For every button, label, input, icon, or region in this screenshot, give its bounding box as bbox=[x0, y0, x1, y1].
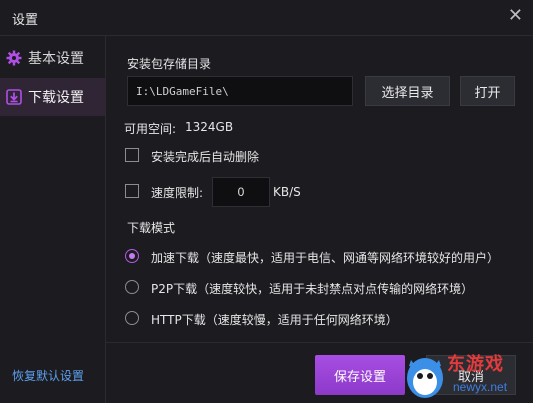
sidebar-item-label: 下载设置 bbox=[28, 90, 84, 106]
speed-limit-input[interactable] bbox=[212, 177, 270, 207]
sidebar-item-label: 基本设置 bbox=[28, 51, 84, 67]
title-bar: 设置 ✕ bbox=[0, 0, 533, 36]
download-mode-label: 下载模式 bbox=[127, 221, 176, 235]
dir-path-input[interactable] bbox=[127, 76, 353, 106]
mode-radio-accelerated[interactable] bbox=[125, 249, 139, 263]
mode-label-http: HTTP下载（速度较慢，适用于任何网络环境） bbox=[151, 313, 398, 327]
sidebar-item-basic[interactable]: 基本设置 bbox=[0, 39, 105, 77]
watermark-brand: 东游戏 bbox=[447, 354, 504, 375]
mascot-icon bbox=[407, 358, 443, 398]
sidebar: 基本设置 下载设置 恢复默认设置 bbox=[0, 36, 106, 403]
mode-label-accelerated: 加速下载（速度最快，适用于电信、网通等网络环境较好的用户） bbox=[151, 251, 500, 265]
speed-limit-checkbox[interactable] bbox=[125, 184, 139, 198]
free-space-label: 可用空间: bbox=[124, 122, 177, 136]
mode-label-p2p: P2P下载（速度较快，适用于未封禁点对点传输的网络环境） bbox=[151, 282, 474, 296]
free-space-value: 1324GB bbox=[185, 120, 234, 134]
window-title: 设置 bbox=[12, 13, 39, 28]
watermark-url: newyx.net bbox=[453, 380, 508, 394]
choose-dir-button[interactable]: 选择目录 bbox=[365, 76, 450, 106]
gear-icon bbox=[6, 50, 22, 66]
watermark-logo: 东游戏 newyx.net bbox=[403, 346, 531, 402]
speed-limit-label: 速度限制: bbox=[151, 186, 204, 200]
auto-delete-checkbox[interactable] bbox=[125, 148, 139, 162]
open-button[interactable]: 打开 bbox=[460, 76, 515, 106]
save-settings-button[interactable]: 保存设置 bbox=[315, 355, 405, 395]
close-icon[interactable]: ✕ bbox=[508, 5, 523, 26]
mode-radio-http[interactable] bbox=[125, 311, 139, 325]
auto-delete-label: 安装完成后自动删除 bbox=[151, 150, 260, 164]
dir-label: 安装包存储目录 bbox=[127, 57, 212, 71]
footer-divider bbox=[106, 342, 533, 343]
download-icon bbox=[6, 89, 22, 105]
mode-radio-p2p[interactable] bbox=[125, 280, 139, 294]
sidebar-item-download[interactable]: 下载设置 bbox=[0, 78, 105, 116]
restore-defaults-link[interactable]: 恢复默认设置 bbox=[12, 367, 84, 384]
speed-unit: KB/S bbox=[273, 185, 301, 199]
